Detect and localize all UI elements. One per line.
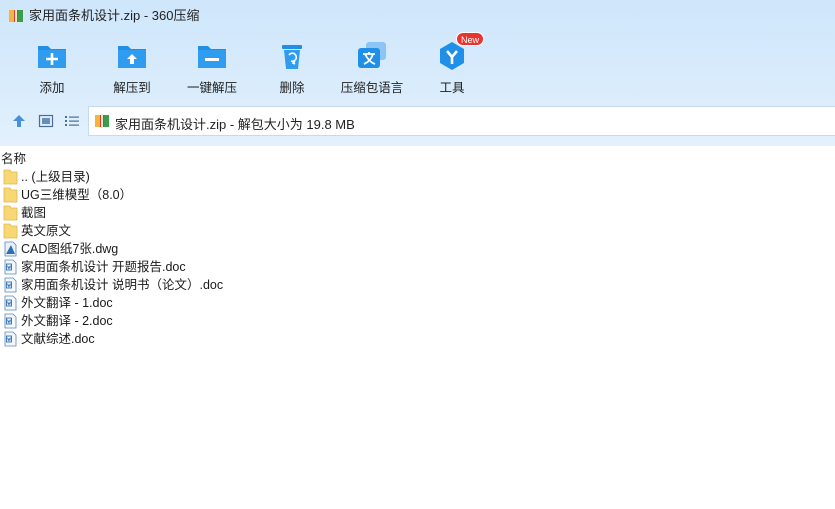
top-panel: 家用面条机设计.zip - 360压缩 添加 解压到 一键解压 删除 压缩包语言… bbox=[0, 0, 835, 146]
add-icon bbox=[36, 40, 68, 72]
title-bar: 家用面条机设计.zip - 360压缩 bbox=[0, 0, 835, 34]
doc-file-icon bbox=[3, 331, 18, 347]
list-item-parent-folder[interactable]: .. (上级目录) bbox=[0, 168, 600, 186]
tools-button[interactable]: New 工具 bbox=[412, 32, 492, 98]
extract-to-icon bbox=[116, 40, 148, 72]
delete-icon bbox=[276, 40, 308, 72]
one-click-extract-label: 一键解压 bbox=[186, 81, 237, 95]
up-arrow-icon[interactable] bbox=[11, 113, 27, 129]
list-item[interactable]: 外文翻译 - 1.doc bbox=[0, 294, 600, 312]
doc-file-icon bbox=[3, 313, 18, 329]
archive-language-label: 压缩包语言 bbox=[340, 81, 404, 95]
list-item[interactable]: 家用面条机设计 开题报告.doc bbox=[0, 258, 600, 276]
folder-icon bbox=[3, 169, 18, 185]
list-item[interactable]: 文献综述.doc bbox=[0, 330, 600, 348]
archive-language-button[interactable]: 压缩包语言 bbox=[332, 36, 412, 98]
delete-label: 删除 bbox=[279, 81, 305, 95]
tools-label: 工具 bbox=[439, 81, 465, 95]
doc-file-icon bbox=[3, 277, 18, 293]
doc-file-icon bbox=[3, 295, 18, 311]
file-name: .. (上级目录) bbox=[21, 170, 90, 184]
toolbar: 添加 解压到 一键解压 删除 压缩包语言 New 工具 bbox=[0, 32, 835, 102]
add-button[interactable]: 添加 bbox=[12, 36, 92, 98]
one-click-extract-button[interactable]: 一键解压 bbox=[172, 36, 252, 98]
thumbnail-view-icon[interactable] bbox=[38, 113, 54, 129]
navigation-row: 家用面条机设计.zip - 解包大小为 19.8 MB bbox=[0, 106, 835, 136]
column-header-name[interactable]: 名称 bbox=[1, 148, 26, 167]
file-name: 家用面条机设计 说明书（论文）.doc bbox=[21, 278, 224, 292]
language-icon bbox=[356, 40, 388, 72]
address-bar[interactable]: 家用面条机设计.zip - 解包大小为 19.8 MB bbox=[88, 106, 835, 136]
file-name: 外文翻译 - 1.doc bbox=[21, 296, 113, 310]
list-item[interactable]: CAD图纸7张.dwg bbox=[0, 240, 600, 258]
new-badge: New bbox=[456, 32, 485, 46]
list-item[interactable]: 英文原文 bbox=[0, 222, 600, 240]
list-item[interactable]: UG三维模型（8.0） bbox=[0, 186, 600, 204]
folder-icon bbox=[3, 187, 18, 203]
add-label: 添加 bbox=[39, 81, 65, 95]
file-name: 英文原文 bbox=[21, 224, 72, 238]
file-name: CAD图纸7张.dwg bbox=[21, 242, 119, 256]
doc-file-icon bbox=[3, 259, 18, 275]
list-header: 名称 bbox=[0, 146, 835, 166]
list-view-icon[interactable] bbox=[64, 113, 80, 129]
list-item[interactable]: 外文翻译 - 2.doc bbox=[0, 312, 600, 330]
window-title: 家用面条机设计.zip - 360压缩 bbox=[29, 8, 200, 23]
delete-button[interactable]: 删除 bbox=[252, 36, 332, 98]
folder-icon bbox=[3, 223, 18, 239]
one-click-extract-icon bbox=[196, 40, 228, 72]
file-name: 家用面条机设计 开题报告.doc bbox=[21, 260, 186, 274]
folder-icon bbox=[3, 205, 18, 221]
file-name: 外文翻译 - 2.doc bbox=[21, 314, 113, 328]
archive-icon bbox=[94, 113, 110, 129]
address-text: 家用面条机设计.zip - 解包大小为 19.8 MB bbox=[115, 117, 355, 132]
extract-to-label: 解压到 bbox=[113, 81, 151, 95]
file-name: 文献综述.doc bbox=[21, 332, 95, 346]
file-name: UG三维模型（8.0） bbox=[21, 188, 133, 202]
extract-to-button[interactable]: 解压到 bbox=[92, 36, 172, 98]
dwg-file-icon bbox=[3, 241, 18, 257]
list-item[interactable]: 家用面条机设计 说明书（论文）.doc bbox=[0, 276, 600, 294]
list-item[interactable]: 截图 bbox=[0, 204, 600, 222]
file-name: 截图 bbox=[21, 206, 47, 220]
archive-icon bbox=[8, 8, 24, 24]
